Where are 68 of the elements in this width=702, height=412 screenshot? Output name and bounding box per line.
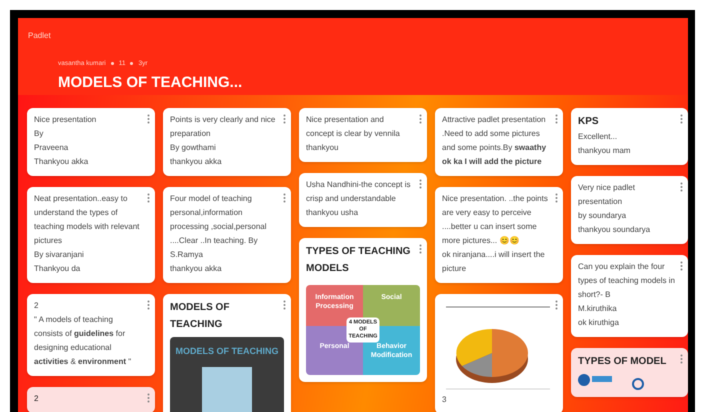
post-heading: MODELS OF TEACHING xyxy=(170,301,230,332)
slide-title: MODELS OF TEACHING xyxy=(176,345,278,358)
more-options-icon[interactable] xyxy=(147,114,150,124)
post-text: 3 xyxy=(442,394,448,406)
more-options-icon[interactable] xyxy=(147,193,150,203)
more-options-icon[interactable] xyxy=(419,244,422,254)
more-options-icon[interactable] xyxy=(555,114,558,124)
post-text: ok niranjana....i will insert the picture xyxy=(442,249,546,275)
more-options-icon[interactable] xyxy=(680,354,683,364)
post-card[interactable]: Can you explain the four types of teaching models in short?- B M.kiruthika ok kiruthiga xyxy=(571,255,688,337)
post-card[interactable]: MODELS OF TEACHING MODELS OF TEACHING xyxy=(163,294,291,412)
more-options-icon[interactable] xyxy=(283,300,286,310)
post-heading: 2 xyxy=(34,393,40,405)
post-text: By gowthami xyxy=(170,142,217,154)
post-text: thankyou xyxy=(306,142,340,154)
more-options-icon[interactable] xyxy=(680,261,683,271)
post-card[interactable]: Four model of teaching personal,information processing ,social,personal ....Clear ..In teaching. By S.Ramya thankyou akka xyxy=(163,187,291,283)
post-text: Excellent... xyxy=(578,131,618,143)
more-options-icon[interactable] xyxy=(283,193,286,203)
more-options-icon[interactable] xyxy=(147,393,150,403)
post-card[interactable]: Points is very clearly and nice preparation By gowthami thankyou akka xyxy=(163,108,291,176)
post-text: thankyou soundarya xyxy=(578,224,652,236)
post-text: ok kiruthiga xyxy=(578,317,620,329)
more-options-icon[interactable] xyxy=(283,114,286,124)
post-text: thankyou akka xyxy=(170,156,223,168)
post-text: thankyou mam xyxy=(578,145,632,157)
more-options-icon[interactable] xyxy=(680,114,683,124)
post-card[interactable]: 2 xyxy=(27,387,155,412)
more-options-icon[interactable] xyxy=(555,193,558,203)
post-text: Points is very clearly and nice preparation xyxy=(170,114,276,140)
more-options-icon[interactable] xyxy=(147,300,150,310)
post-card[interactable]: Usha Nandhini-the concept is crisp and understandable thankyou usha xyxy=(299,173,427,227)
post-text: By xyxy=(34,128,44,140)
post-card[interactable]: 3 xyxy=(435,294,563,412)
post-text: M.kiruthika xyxy=(578,303,618,315)
separator-dot-icon xyxy=(110,62,114,66)
post-text: by soundarya xyxy=(578,210,628,222)
more-options-icon[interactable] xyxy=(680,182,683,192)
board-title: MODELS OF TEACHING... xyxy=(57,72,244,93)
post-card[interactable]: Very nice padlet presentation by soundarya thankyou soundarya xyxy=(571,176,688,244)
post-card[interactable]: Nice presentation By Praveena Thankyou akka xyxy=(27,108,155,176)
more-options-icon[interactable] xyxy=(555,300,558,310)
post-card[interactable]: TYPES OF MODEL xyxy=(571,348,688,397)
separator-dot-icon xyxy=(130,62,134,66)
more-options-icon[interactable] xyxy=(419,179,422,189)
post-card[interactable]: 2 " A models of teaching consists of guidelines for designing educational activities & environment " xyxy=(27,294,155,376)
post-card[interactable]: Neat presentation..easy to understand the types of teaching models with relevant pictures By sivaranjani Thankyou da xyxy=(27,187,155,283)
post-card[interactable]: Nice presentation and concept is clear by vennila thankyou xyxy=(299,108,427,162)
post-card[interactable]: Attractive padlet presentation .Need to add some pictures and some points.By swaathy ok ka I will add the picture xyxy=(435,108,563,176)
post-text: Thankyou akka xyxy=(34,156,90,168)
post-text: 2 xyxy=(34,300,40,312)
post-text: Thankyou da xyxy=(34,263,82,275)
post-heading: TYPES OF MODEL xyxy=(578,355,668,369)
post-card[interactable]: KPS Excellent... thankyou mam xyxy=(571,108,688,165)
photo-placeholder xyxy=(202,366,252,412)
post-text: Can you explain the four types of teaching models in short?- B xyxy=(578,261,676,301)
post-text: Nice presentation xyxy=(34,114,98,126)
post-card[interactable]: Nice presentation. ..the points are very easy to perceive ....better u can insert some more pictures... 😊😊 ok niranjana....i will insert the picture xyxy=(435,187,563,283)
post-heading: KPS xyxy=(578,115,600,129)
post-text: Praveena xyxy=(34,142,70,154)
post-text: ok ka I will add the picture xyxy=(442,156,543,168)
post-text: By sivaranjani xyxy=(34,249,85,261)
post-heading: TYPES OF TEACHING MODELS xyxy=(306,245,412,276)
post-text: " A models of teaching consists of guidelines for designing educational activities & environment " xyxy=(34,314,132,368)
post-text: thankyou usha xyxy=(306,207,360,219)
post-text: Neat presentation..easy to understand the types of teaching models with relevant pictures xyxy=(34,193,140,247)
more-options-icon[interactable] xyxy=(419,114,422,124)
post-text: thankyou akka xyxy=(170,263,223,275)
